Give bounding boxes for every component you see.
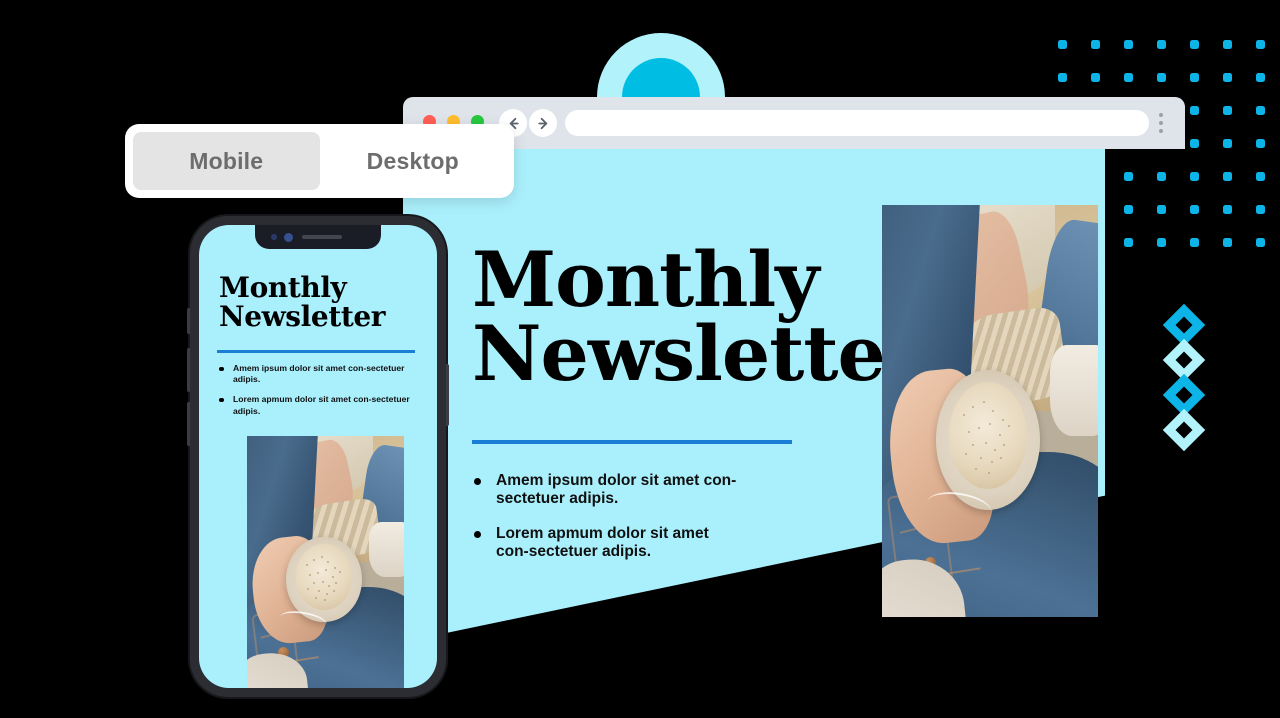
latte-photo-artwork	[247, 436, 404, 688]
arrow-right-icon	[536, 116, 551, 131]
phone-mockup: Monthly Newsletter Amem ipsum dolor sit …	[187, 216, 449, 697]
mobile-title-line-1: Monthly	[219, 271, 347, 304]
list-item: Lorem apmum dolor sit amet con-sectetuer…	[472, 525, 742, 561]
grid-dot	[1190, 139, 1199, 148]
latte-photo-artwork	[882, 205, 1098, 617]
browser-window	[403, 97, 1185, 149]
grid-dot	[1223, 139, 1232, 148]
grid-dot	[1124, 238, 1133, 247]
grid-dot	[1190, 172, 1199, 181]
viewport-toggle-mobile[interactable]: Mobile	[133, 132, 320, 190]
grid-dot	[1223, 172, 1232, 181]
grid-dot	[1256, 106, 1265, 115]
desktop-bullet-list: Amem ipsum dolor sit amet con-sectetuer …	[472, 472, 742, 579]
phone-notch	[255, 225, 381, 249]
mobile-title-line-2: Newsletter	[219, 300, 386, 334]
desktop-title-divider	[472, 440, 792, 444]
grid-dot	[1157, 205, 1166, 214]
url-address-bar[interactable]	[565, 110, 1149, 136]
earpiece-speaker	[302, 235, 342, 239]
viewport-toggle: Mobile Desktop	[125, 124, 514, 198]
grid-dot	[1190, 205, 1199, 214]
grid-dot	[1190, 40, 1199, 49]
grid-dot	[1190, 238, 1199, 247]
proximity-sensor-icon	[271, 234, 277, 240]
viewport-toggle-desktop[interactable]: Desktop	[320, 132, 507, 190]
grid-dot	[1157, 238, 1166, 247]
list-item: Amem ipsum dolor sit amet con-sectetuer …	[472, 472, 742, 508]
grid-dot	[1256, 73, 1265, 82]
grid-dot	[1124, 205, 1133, 214]
phone-volume-down-button	[187, 402, 190, 446]
canvas-stage: Monthly Newsletter Amem ipsum dolor sit …	[0, 0, 1280, 718]
grid-dot	[1058, 73, 1067, 82]
list-item: Lorem apmum dolor sit amet con-sectetuer…	[217, 394, 413, 416]
grid-dot	[1058, 40, 1067, 49]
grid-dot	[1157, 73, 1166, 82]
grid-dot	[1223, 238, 1232, 247]
desktop-title-line-1: Monthly	[472, 235, 819, 324]
grid-dot	[1091, 73, 1100, 82]
grid-dot	[1157, 172, 1166, 181]
grid-dot	[1256, 139, 1265, 148]
front-camera-icon	[284, 232, 293, 242]
list-item: Amem ipsum dolor sit amet con-sectetuer …	[217, 363, 413, 385]
desktop-page-title: Monthly Newsletter	[472, 235, 925, 398]
grid-dot	[1124, 40, 1133, 49]
grid-dot	[1190, 106, 1199, 115]
mobile-page-title: Monthly Newsletter	[219, 273, 419, 331]
grid-dot	[1157, 40, 1166, 49]
mobile-bullet-list: Amem ipsum dolor sit amet con-sectetuer …	[217, 363, 413, 426]
grid-dot	[1256, 40, 1265, 49]
grid-dot	[1091, 40, 1100, 49]
kebab-menu-icon[interactable]	[1159, 113, 1163, 133]
grid-dot	[1223, 205, 1232, 214]
grid-dot	[1223, 40, 1232, 49]
grid-dot	[1190, 73, 1199, 82]
desktop-hero-photo	[882, 205, 1098, 617]
diamond-decoration-group	[1162, 303, 1217, 452]
grid-dot	[1124, 172, 1133, 181]
grid-dot	[1223, 106, 1232, 115]
phone-volume-up-button	[187, 348, 190, 392]
phone-screen: Monthly Newsletter Amem ipsum dolor sit …	[199, 225, 437, 688]
forward-button[interactable]	[529, 109, 557, 137]
phone-power-button	[446, 364, 449, 426]
mobile-hero-photo	[247, 436, 404, 688]
grid-dot	[1256, 205, 1265, 214]
grid-dot	[1124, 73, 1133, 82]
desktop-title-line-2: Newsletter	[472, 308, 925, 398]
grid-dot	[1256, 172, 1265, 181]
grid-dot	[1223, 73, 1232, 82]
diamond-shape	[1162, 408, 1206, 452]
grid-dot	[1256, 238, 1265, 247]
mobile-title-divider	[217, 350, 415, 353]
